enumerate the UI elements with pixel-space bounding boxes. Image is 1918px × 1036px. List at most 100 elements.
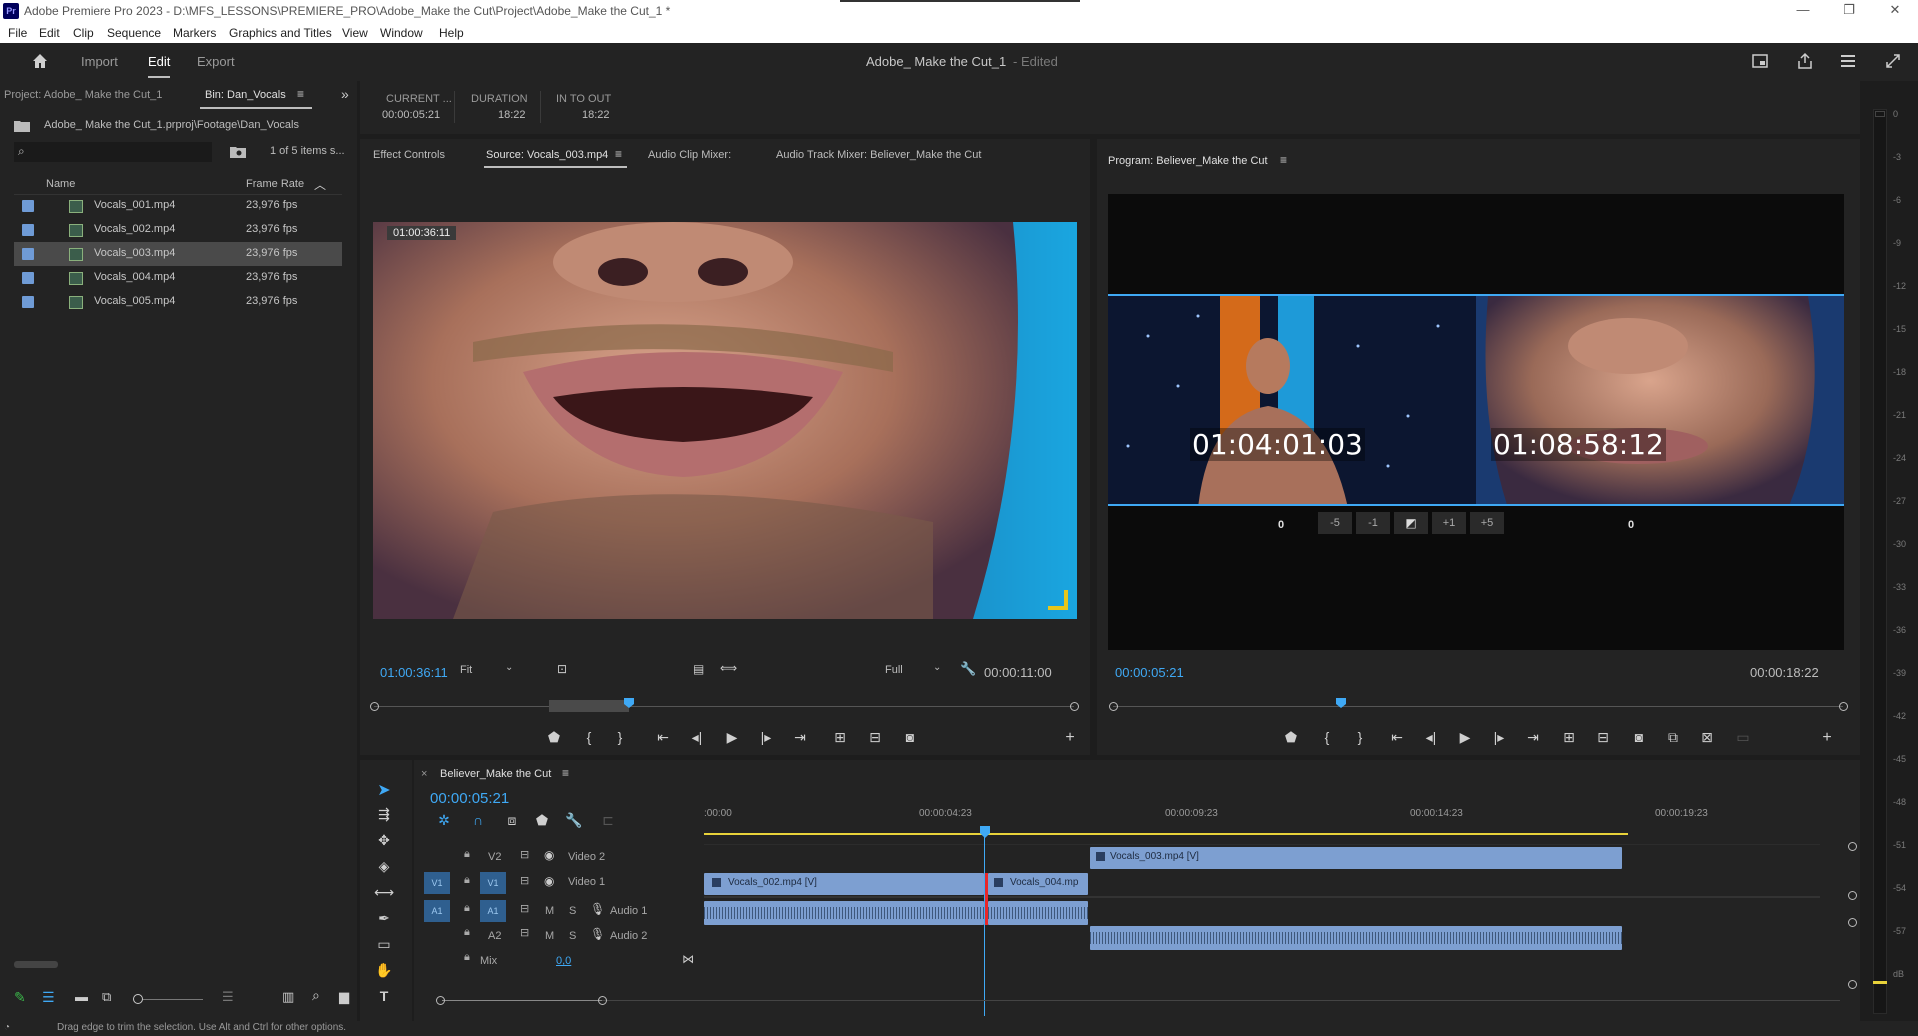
multi-camera-icon[interactable]: ⊠ <box>1697 729 1717 746</box>
microphone-icon[interactable]: 🎙︎ <box>590 927 605 941</box>
sync-lock-icon[interactable]: ⊟ <box>520 874 529 887</box>
nest-insert-icon[interactable]: ✲ <box>434 812 454 829</box>
lock-icon[interactable]: 🔒︎ <box>464 902 470 915</box>
tab-effect-controls[interactable]: Effect Controls <box>373 149 445 161</box>
menu-view[interactable]: View <box>342 26 368 40</box>
menu-graphics-and-titles[interactable]: Graphics and Titles <box>229 26 332 40</box>
mix-collapse-icon[interactable]: ⋈ <box>682 952 694 966</box>
lift-icon[interactable]: ⊞ <box>1559 729 1579 746</box>
audio-clip[interactable] <box>704 901 984 925</box>
apply-default-transition-icon[interactable]: ◩ <box>1394 512 1428 534</box>
go-to-out-icon[interactable]: ⇥ <box>790 729 810 746</box>
add-marker-icon[interactable]: ⬟ <box>532 812 552 829</box>
timeline-zoom-scrollbar[interactable] <box>430 996 1840 1006</box>
tab-edit[interactable]: Edit <box>148 54 171 78</box>
step-forward-icon[interactable]: |▸ <box>1489 729 1509 746</box>
vertical-scroll-handle[interactable] <box>1848 891 1857 900</box>
slip-tool-icon[interactable]: ⟷ <box>374 884 394 901</box>
col-name[interactable]: Name <box>46 178 75 190</box>
program-time-ruler[interactable] <box>1109 694 1848 714</box>
source-time-ruler[interactable] <box>370 694 1079 714</box>
workspaces-menu-icon[interactable] <box>1838 52 1858 73</box>
go-to-out-icon[interactable]: ⇥ <box>1523 729 1543 746</box>
source-current-timecode[interactable]: 01:00:36:11 <box>380 665 448 680</box>
lock-icon[interactable]: 🔒︎ <box>464 951 470 964</box>
tab-audio-clip-mixer[interactable]: Audio Clip Mixer: <box>648 149 731 161</box>
work-area-bar[interactable] <box>704 833 1628 835</box>
automate-to-sequence-icon[interactable]: ▥ <box>282 989 294 1005</box>
search-input[interactable]: ⌕ <box>14 142 212 162</box>
timeline-timecode[interactable]: 00:00:05:21 <box>430 790 509 807</box>
menu-help[interactable]: Help <box>439 26 464 40</box>
play-icon[interactable]: ▶ <box>722 729 742 746</box>
zoom-slider-track[interactable] <box>143 999 203 1000</box>
tab-source[interactable]: Source: Vocals_003.mp4 <box>486 149 608 161</box>
button-editor-plus-icon[interactable]: + <box>1060 729 1080 747</box>
sort-icons-icon[interactable]: ☰ <box>222 989 234 1005</box>
go-to-in-icon[interactable]: ⇤ <box>653 729 673 746</box>
step-back-icon[interactable]: ◂| <box>1421 729 1441 746</box>
minimize-icon[interactable]: — <box>1788 2 1818 17</box>
sequence-menu-icon[interactable]: ≡ <box>562 766 569 780</box>
eye-icon[interactable]: ◉ <box>544 874 554 888</box>
add-marker-icon[interactable]: ⬟ <box>544 729 564 746</box>
lock-icon[interactable]: 🔒︎ <box>464 848 470 861</box>
zoom-slider-handle[interactable] <box>133 994 143 1004</box>
timeline-clip[interactable]: Vocals_002.mp4 [V] <box>704 873 984 895</box>
type-tool-icon[interactable]: T <box>374 988 394 1004</box>
new-bin-icon[interactable]: ▆ <box>339 989 349 1005</box>
tab-bin[interactable]: Bin: Dan_Vocals <box>205 89 286 101</box>
solo-button[interactable]: S <box>569 930 576 942</box>
bin-menu-icon[interactable]: ≡ <box>297 87 304 101</box>
source-video-frame[interactable]: 01:00:36:11 <box>373 222 1077 619</box>
audio-clip[interactable] <box>1090 926 1622 950</box>
ripple-edit-tool-icon[interactable]: ✥ <box>374 832 394 849</box>
snap-magnet-icon[interactable]: ∩ <box>468 812 488 828</box>
program-current-timecode[interactable]: 00:00:05:21 <box>1115 665 1184 680</box>
overwrite-icon[interactable]: ⊟ <box>865 729 885 746</box>
extract-icon[interactable]: ⊟ <box>1593 729 1613 746</box>
timeline-ruler[interactable]: :00:00 00:00:04:23 00:00:09:23 00:00:14:… <box>704 800 1850 835</box>
settings-panel-icon[interactable]: ⊡ <box>557 662 567 676</box>
list-item[interactable]: Vocals_002.mp4 23,976 fps <box>14 218 342 242</box>
share-icon[interactable] <box>1795 52 1815 73</box>
source-patch-v1[interactable]: V1 <box>424 872 450 894</box>
home-icon[interactable] <box>30 51 50 71</box>
timeline-playhead-handle[interactable] <box>980 826 990 838</box>
play-icon[interactable]: ▶ <box>1455 729 1475 746</box>
mute-button[interactable]: M <box>545 905 554 917</box>
mark-in-icon[interactable]: { <box>579 729 599 745</box>
step-forward-icon[interactable]: |▸ <box>756 729 776 746</box>
comparison-view-icon[interactable]: ⧉ <box>1663 729 1683 746</box>
drag-audio-only-icon[interactable]: ⟺ <box>720 661 737 675</box>
list-item[interactable]: Vocals_003.mp4 23,976 fps <box>14 242 342 266</box>
trim-minus-5-button[interactable]: -5 <box>1318 512 1352 534</box>
export-frame-icon[interactable]: ◙ <box>1629 729 1649 745</box>
scroll-thumb[interactable] <box>442 1000 602 1001</box>
lock-icon[interactable]: 🔒︎ <box>464 874 470 887</box>
close-sequence-icon[interactable]: × <box>421 768 427 780</box>
sync-lock-icon[interactable]: ⊟ <box>520 902 529 915</box>
export-frame-icon[interactable]: ◙ <box>900 729 920 745</box>
quick-export-icon[interactable] <box>1750 52 1770 73</box>
menu-window[interactable]: Window <box>380 26 423 40</box>
track-a1-target[interactable]: A1 <box>480 900 506 922</box>
add-marker-icon[interactable]: ⬟ <box>1281 729 1301 746</box>
program-monitor[interactable]: 01:04:01:03 01:08:58:12 0 -5 -1 ◩ +1 +5 … <box>1108 194 1844 650</box>
timeline-clip[interactable]: Vocals_003.mp4 [V] <box>1090 847 1622 869</box>
scroll-end-handle[interactable] <box>1070 702 1079 711</box>
drag-video-only-icon[interactable]: ▤ <box>693 662 704 676</box>
col-frame-rate[interactable]: Frame Rate <box>246 178 304 190</box>
menu-sequence[interactable]: Sequence <box>107 26 161 40</box>
list-item[interactable]: Vocals_005.mp4 23,976 fps <box>14 290 342 314</box>
menu-file[interactable]: File <box>8 26 27 40</box>
hand-tool-icon[interactable]: ✋ <box>374 962 394 979</box>
go-to-in-icon[interactable]: ⇤ <box>1387 729 1407 746</box>
vertical-scroll-handle[interactable] <box>1848 980 1857 989</box>
fullscreen-icon[interactable] <box>1883 52 1903 73</box>
track-select-tool-icon[interactable]: ⇶ <box>374 806 394 823</box>
linked-selection-icon[interactable]: ⧈ <box>502 812 522 829</box>
zoom-level-select[interactable]: Fit ⌄ <box>460 662 520 680</box>
zoom-handle-left[interactable] <box>436 996 445 1005</box>
mute-button[interactable]: M <box>545 930 554 942</box>
